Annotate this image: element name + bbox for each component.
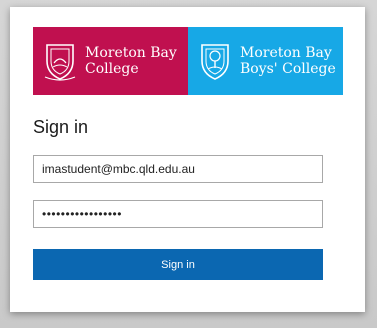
brand-moreton-bay-boys-college: Moreton Bay Boys' College — [188, 27, 343, 95]
school-banner: Moreton Bay College Moreton Bay Boys' Co… — [33, 27, 343, 95]
brand-mbbc-line2: Boys' College — [240, 61, 336, 77]
mbc-crest-icon — [44, 44, 76, 81]
password-field[interactable]: ••••••••••••••••• — [33, 200, 323, 228]
mbbc-crest-icon — [201, 44, 229, 80]
sign-in-button[interactable]: Sign in — [33, 249, 323, 280]
brand-mbc-line1: Moreton Bay — [85, 45, 177, 61]
brand-moreton-bay-college: Moreton Bay College — [33, 27, 188, 95]
email-field[interactable]: imastudent@mbc.qld.edu.au — [33, 155, 323, 183]
brand-mbbc-line1: Moreton Bay — [240, 45, 332, 61]
brand-mbc-line2: College — [85, 61, 139, 77]
sign-in-title: Sign in — [33, 117, 89, 137]
